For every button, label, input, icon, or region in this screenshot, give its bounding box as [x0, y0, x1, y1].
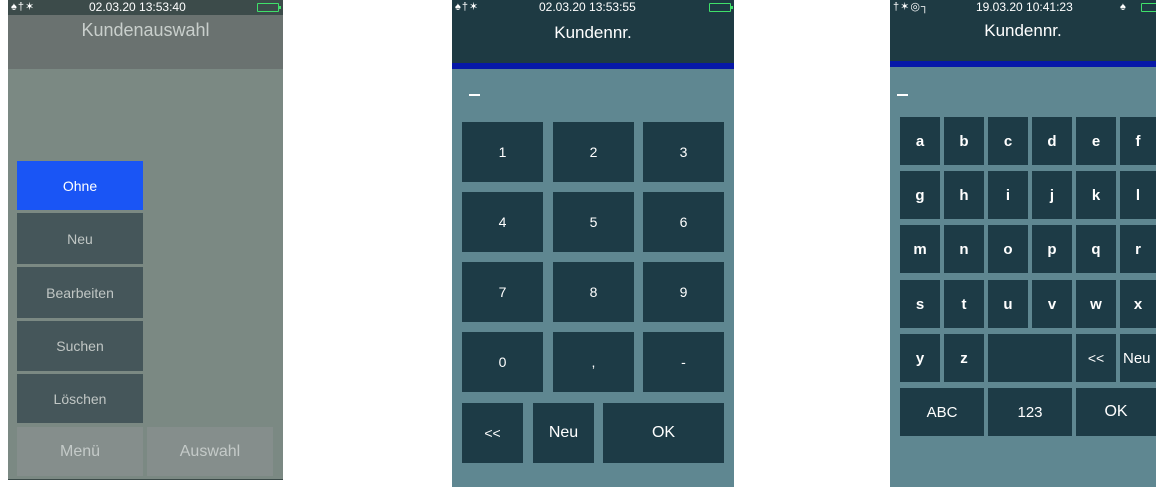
status-bar: ♠†✶ 02.03.20 13:53:40 — [8, 0, 283, 15]
backspace-button[interactable]: << — [462, 403, 523, 463]
key-i[interactable]: i — [988, 171, 1028, 219]
battery-icon — [1141, 3, 1156, 12]
key-v[interactable]: v — [1032, 280, 1072, 328]
customer-number-numpad-screen: ♠†✶ 02.03.20 13:53:55 Kundennr. 1 2 3 4 … — [452, 0, 734, 487]
title-bar: Kundenauswahl — [8, 15, 283, 69]
status-bar: †✶◎┐ 19.03.20 10:41:23 ♠ — [890, 0, 1156, 15]
abc-mode-button[interactable]: ABC — [900, 388, 984, 436]
battery-icon — [257, 3, 281, 12]
key-7[interactable]: 7 — [462, 262, 543, 322]
key-p[interactable]: p — [1032, 225, 1072, 273]
key-b[interactable]: b — [944, 117, 984, 165]
menu-item-suchen[interactable]: Suchen — [17, 321, 143, 371]
input-field[interactable] — [462, 80, 722, 104]
menu-item-ohne[interactable]: Ohne — [17, 161, 143, 210]
backspace-button[interactable]: << — [1076, 334, 1116, 382]
status-bar: ♠†✶ 02.03.20 13:53:55 — [452, 0, 734, 15]
ok-button[interactable]: OK — [1076, 388, 1156, 436]
status-time: 02.03.20 13:53:55 — [539, 0, 636, 14]
key-f[interactable]: f — [1120, 117, 1156, 165]
title-accent-bar — [890, 61, 1156, 67]
title-bar: Kundennr. — [890, 15, 1156, 61]
key-3[interactable]: 3 — [643, 122, 724, 182]
new-button[interactable]: Neu — [1120, 334, 1156, 382]
key-w[interactable]: w — [1076, 280, 1116, 328]
key-9[interactable]: 9 — [643, 262, 724, 322]
key-n[interactable]: n — [944, 225, 984, 273]
numeric-mode-button[interactable]: 123 — [988, 388, 1072, 436]
menu-item-neu[interactable]: Neu — [17, 213, 143, 264]
key-5[interactable]: 5 — [553, 192, 634, 252]
key-x[interactable]: x — [1120, 280, 1156, 328]
key-6[interactable]: 6 — [643, 192, 724, 252]
key-g[interactable]: g — [900, 171, 940, 219]
status-icons: †✶◎┐ — [893, 1, 930, 13]
space-key[interactable] — [988, 334, 1072, 382]
key-1[interactable]: 1 — [462, 122, 543, 182]
key-r[interactable]: r — [1120, 225, 1156, 273]
key-e[interactable]: e — [1076, 117, 1116, 165]
ok-button[interactable]: OK — [603, 403, 724, 463]
key-o[interactable]: o — [988, 225, 1028, 273]
key-z[interactable]: z — [944, 334, 984, 382]
status-time: 02.03.20 13:53:40 — [89, 0, 186, 14]
new-button[interactable]: Neu — [533, 403, 594, 463]
key-a[interactable]: a — [900, 117, 940, 165]
key-2[interactable]: 2 — [553, 122, 634, 182]
status-time: 19.03.20 10:41:23 — [976, 0, 1073, 14]
page-title: Kundennr. — [554, 23, 632, 42]
menu-item-loeschen[interactable]: Löschen — [17, 374, 143, 423]
text-cursor — [897, 94, 908, 96]
menu-item-bearbeiten[interactable]: Bearbeiten — [17, 267, 143, 318]
input-field[interactable] — [897, 82, 1147, 106]
softkey-menu-button[interactable]: Menü — [17, 427, 143, 476]
key-d[interactable]: d — [1032, 117, 1072, 165]
customer-number-keyboard-screen: †✶◎┐ 19.03.20 10:41:23 ♠ Kundennr. a b c… — [890, 0, 1156, 487]
key-comma[interactable]: , — [553, 332, 634, 392]
softkey-select-button[interactable]: Auswahl — [147, 427, 273, 476]
key-j[interactable]: j — [1032, 171, 1072, 219]
key-c[interactable]: c — [988, 117, 1028, 165]
status-icons: ♠†✶ — [455, 1, 480, 13]
key-h[interactable]: h — [944, 171, 984, 219]
title-bar: Kundennr. — [452, 15, 734, 63]
page-title: Kundennr. — [984, 21, 1062, 40]
key-q[interactable]: q — [1076, 225, 1116, 273]
key-l[interactable]: l — [1120, 171, 1156, 219]
title-accent-bar — [452, 63, 734, 69]
battery-icon — [709, 3, 733, 12]
key-8[interactable]: 8 — [553, 262, 634, 322]
key-t[interactable]: t — [944, 280, 984, 328]
key-m[interactable]: m — [900, 225, 940, 273]
customer-selection-screen: ♠†✶ 02.03.20 13:53:40 Kundenauswahl Ohne… — [8, 0, 283, 480]
page-title: Kundenauswahl — [81, 20, 210, 40]
plug-icon: ♠ — [1120, 1, 1127, 13]
key-s[interactable]: s — [900, 280, 940, 328]
text-cursor — [469, 94, 480, 96]
key-0[interactable]: 0 — [462, 332, 543, 392]
key-u[interactable]: u — [988, 280, 1028, 328]
key-y[interactable]: y — [900, 334, 940, 382]
status-icons: ♠†✶ — [11, 1, 36, 13]
key-4[interactable]: 4 — [462, 192, 543, 252]
key-k[interactable]: k — [1076, 171, 1116, 219]
key-minus[interactable]: - — [643, 332, 724, 392]
